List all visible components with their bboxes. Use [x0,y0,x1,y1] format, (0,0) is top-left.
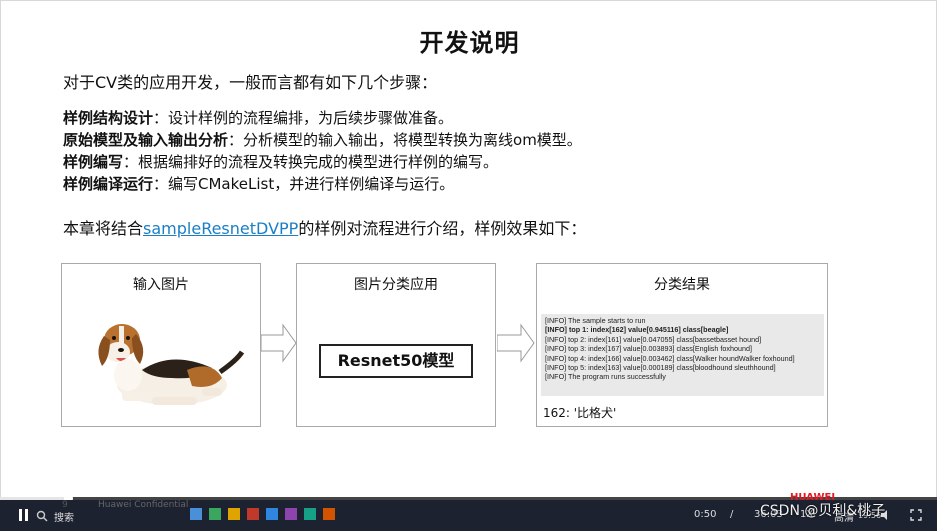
log-line: [INFO] The program runs successfully [545,372,666,382]
time-separator: / [730,509,734,520]
step-item: 原始模型及输入输出分析：分析模型的输入输出，将模型转换为离线om模型。 [63,131,582,149]
log-line: [INFO] top 1: index[162] value[0.945116]… [545,325,729,335]
intro-text: 对于CV类的应用开发，一般而言都有如下几个步骤： [63,73,438,92]
taskbar-apps [190,508,420,522]
app-icon[interactable] [190,508,202,520]
app-icon[interactable] [266,508,278,520]
input-image-title: 输入图片 [133,277,189,293]
app-title: 图片分类应用 [354,277,438,293]
app-icon[interactable] [209,508,221,520]
input-image-box: 输入图片 [61,263,261,427]
arrow-right-icon [261,323,297,363]
step-item: 样例编译运行：编写CMakeList，并进行样例编译与运行。 [63,175,455,193]
app-icon[interactable] [304,508,316,520]
steps-list: 样例结构设计：设计样例的流程编排，为后续步骤做准备。 原始模型及输入输出分析：分… [63,107,582,195]
log-line: [INFO] top 5: index[163] value[0.000189]… [545,363,776,373]
footer-page-number: 9 [62,500,68,510]
slide-title: 开发说明 [419,29,520,57]
result-box: 分类结果 [INFO] The sample starts to run [IN… [536,263,828,427]
app-icon[interactable] [247,508,259,520]
csdn-watermark: CSDN @贝利&桃子 [760,503,886,519]
sample-link[interactable]: sampleResnetDVPP [143,219,298,238]
app-icon[interactable] [285,508,297,520]
slide: 开发说明 对于CV类的应用开发，一般而言都有如下几个步骤： 样例结构设计：设计样… [0,0,937,500]
classification-app-box: 图片分类应用 Resnet50模型 [296,263,496,427]
log-line: [INFO] The sample starts to run [545,316,646,325]
fullscreen-icon[interactable] [910,509,922,521]
log-output: [INFO] The sample starts to run [INFO] t… [541,314,824,396]
time-current: 0:50 [694,509,717,520]
pause-icon[interactable] [18,509,30,521]
result-class-line: 162: '比格犬' [543,406,617,420]
log-line: [INFO] top 2: index[161] value[0.047055]… [545,334,762,344]
folder-icon[interactable] [228,508,240,520]
app-icon[interactable] [323,508,335,520]
footer-confidential: Huawei Confidential [98,500,189,510]
step-item: 样例编写：根据编排好的流程及转换完成的模型进行样例的编写。 [63,153,499,171]
step-item: 样例结构设计：设计样例的流程编排，为后续步骤做准备。 [63,109,454,127]
beagle-image [98,324,245,405]
log-line: [INFO] top 4: index[166] value[0.003462]… [545,353,795,363]
search-text[interactable]: 搜索 [54,509,74,524]
result-title: 分类结果 [654,277,710,293]
arrow-right-icon [497,323,535,363]
search-icon[interactable] [36,510,48,522]
chapter-text: 本章将结合sampleResnetDVPP的样例对流程进行介绍，样例效果如下： [63,219,587,238]
resnet50-model-label: Resnet50模型 [319,344,473,378]
log-line: [INFO] top 3: index[167] value[0.003893]… [545,344,752,354]
